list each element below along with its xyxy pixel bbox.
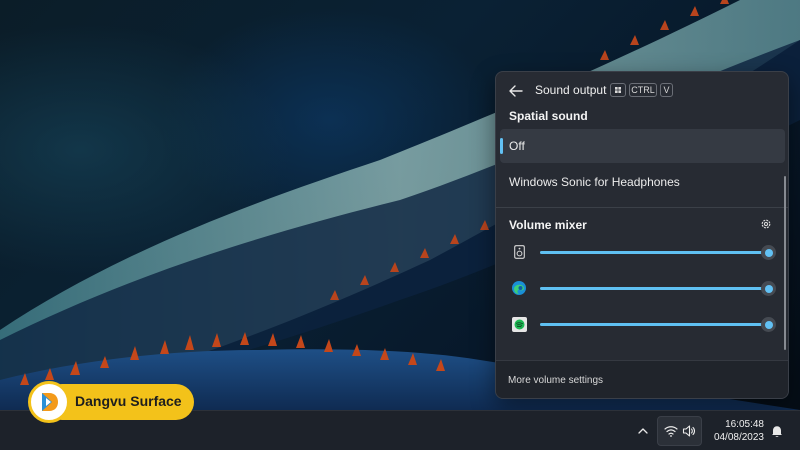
spatial-option-off[interactable]: Off <box>500 129 785 163</box>
wifi-icon <box>664 426 678 437</box>
mixer-row-speaker <box>496 240 788 264</box>
volume-slider[interactable] <box>540 281 776 296</box>
windows-logo-icon <box>615 87 621 93</box>
flyout-title: Sound output <box>535 83 607 97</box>
speaker-device-icon <box>511 244 527 260</box>
clock-date: 04/08/2023 <box>713 432 764 443</box>
volume-slider[interactable] <box>540 317 776 332</box>
flyout-header: Sound output CTRL V <box>496 72 788 108</box>
slider-fill <box>540 323 768 326</box>
mixer-row-spotify <box>496 312 788 336</box>
gear-icon <box>761 219 771 229</box>
spotify-icon <box>511 316 527 332</box>
volume-slider[interactable] <box>540 245 776 260</box>
clock-time: 16:05:48 <box>725 419 764 430</box>
ctrl-key-chip: CTRL <box>629 83 657 97</box>
brand-watermark: Dangvu Surface <box>28 381 194 423</box>
flyout-footer: More volume settings <box>496 360 788 398</box>
section-divider <box>496 207 788 208</box>
chevron-up-icon <box>638 428 648 434</box>
back-button[interactable] <box>506 82 526 100</box>
option-label: Off <box>509 139 525 153</box>
v-key-chip: V <box>660 83 673 97</box>
slider-thumb[interactable] <box>761 281 776 296</box>
more-volume-settings-link[interactable]: More volume settings <box>508 375 603 386</box>
speaker-volume-icon <box>682 425 696 437</box>
show-hidden-icons-button[interactable] <box>636 424 650 438</box>
slider-thumb[interactable] <box>761 245 776 260</box>
brand-logo-icon <box>28 381 70 423</box>
windows-key-chip <box>610 83 626 97</box>
mixer-row-edge <box>496 276 788 300</box>
edge-browser-icon <box>511 280 527 296</box>
slider-thumb[interactable] <box>761 317 776 332</box>
mixer-settings-button[interactable] <box>758 216 774 232</box>
arrow-left-icon <box>509 85 523 97</box>
sound-output-flyout: Sound output CTRL V Spatial sound Off Wi… <box>495 71 789 399</box>
spatial-sound-heading: Spatial sound <box>509 109 588 123</box>
taskbar-clock[interactable]: 16:05:48 04/08/2023 <box>704 418 764 444</box>
spatial-option-windows-sonic[interactable]: Windows Sonic for Headphones <box>500 165 785 199</box>
brand-name: Dangvu Surface <box>75 393 182 409</box>
option-label: Windows Sonic for Headphones <box>509 175 680 189</box>
quick-settings-button[interactable] <box>657 416 702 446</box>
volume-mixer-heading: Volume mixer <box>509 218 587 232</box>
flyout-scrollbar[interactable] <box>784 176 786 350</box>
slider-fill <box>540 251 768 254</box>
selection-indicator <box>500 138 503 154</box>
slider-fill <box>540 287 768 290</box>
notification-bell-icon[interactable] <box>770 424 784 438</box>
